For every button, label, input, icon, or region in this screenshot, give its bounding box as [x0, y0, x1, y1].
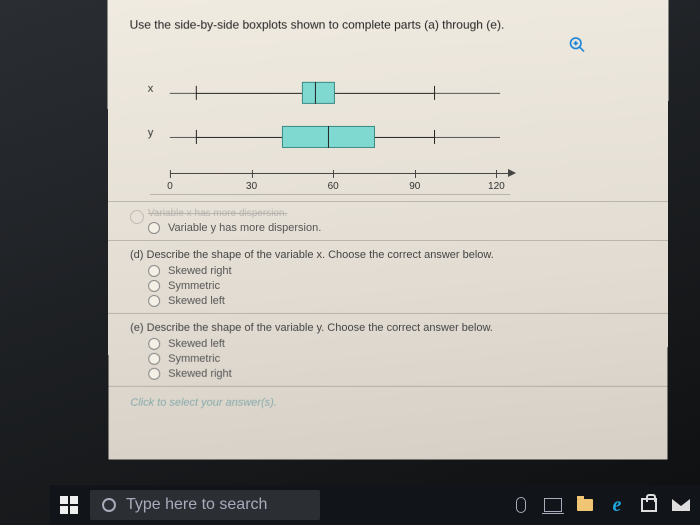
boxplot-chart: x y 0 30 60 90 120: [150, 65, 510, 195]
option-label: Symmetric: [168, 280, 220, 292]
tick-0: 0: [167, 181, 173, 192]
option-x-dispersion-cut[interactable]: Variable x has more dispersion.: [148, 208, 646, 219]
system-tray: e: [512, 496, 690, 514]
option-label: Symmetric: [168, 353, 220, 365]
radio-icon: [148, 295, 160, 307]
radio-icon: [148, 222, 160, 234]
option-label: Skewed left: [168, 338, 225, 350]
search-placeholder: Type here to search: [126, 496, 267, 514]
series-label-x: x: [148, 83, 154, 95]
boxplot-y: [170, 126, 500, 148]
cortana-icon: [102, 498, 116, 512]
zoom-button[interactable]: [130, 36, 587, 57]
boxplot-x: [170, 82, 500, 104]
option-d-skewed-right[interactable]: Skewed right: [148, 265, 646, 277]
file-explorer-icon[interactable]: [576, 496, 594, 514]
option-e-skewed-left[interactable]: Skewed left: [148, 338, 646, 350]
question-e: (e) Describe the shape of the variable y…: [130, 322, 646, 334]
worksheet-page: Use the side-by-side boxplots shown to c…: [108, 0, 669, 460]
instruction-text: Use the side-by-side boxplots shown to c…: [130, 18, 647, 32]
task-view-icon[interactable]: [544, 496, 562, 514]
edge-icon[interactable]: e: [608, 496, 626, 514]
radio-icon: [148, 353, 160, 365]
option-label: Skewed left: [168, 295, 225, 307]
search-box[interactable]: Type here to search: [90, 490, 320, 520]
number-axis: [170, 173, 510, 174]
option-d-skewed-left[interactable]: Skewed left: [148, 295, 646, 307]
mail-icon[interactable]: [672, 496, 690, 514]
radio-icon: [148, 265, 160, 277]
select-hint: Click to select your answer(s).: [130, 397, 645, 409]
option-label: Variable y has more dispersion.: [168, 222, 321, 234]
zoom-in-icon: [568, 36, 586, 54]
question-d: (d) Describe the shape of the variable x…: [130, 249, 646, 261]
tick-120: 120: [488, 181, 505, 192]
option-e-symmetric[interactable]: Symmetric: [148, 353, 646, 365]
store-icon[interactable]: [640, 496, 658, 514]
start-button[interactable]: [60, 496, 78, 514]
series-label-y: y: [148, 127, 154, 139]
option-label: Skewed right: [168, 368, 232, 380]
radio-icon: [148, 280, 160, 292]
radio-icon: [148, 338, 160, 350]
tick-90: 90: [409, 181, 420, 192]
windows-taskbar[interactable]: Type here to search e: [50, 485, 700, 525]
option-d-symmetric[interactable]: Symmetric: [148, 280, 646, 292]
radio-icon: [148, 368, 160, 380]
mic-icon[interactable]: [512, 496, 530, 514]
option-y-dispersion[interactable]: Variable y has more dispersion.: [148, 222, 646, 234]
tick-30: 30: [246, 181, 257, 192]
tick-60: 60: [328, 181, 339, 192]
option-e-skewed-right[interactable]: Skewed right: [148, 368, 646, 380]
option-label: Skewed right: [168, 265, 232, 277]
